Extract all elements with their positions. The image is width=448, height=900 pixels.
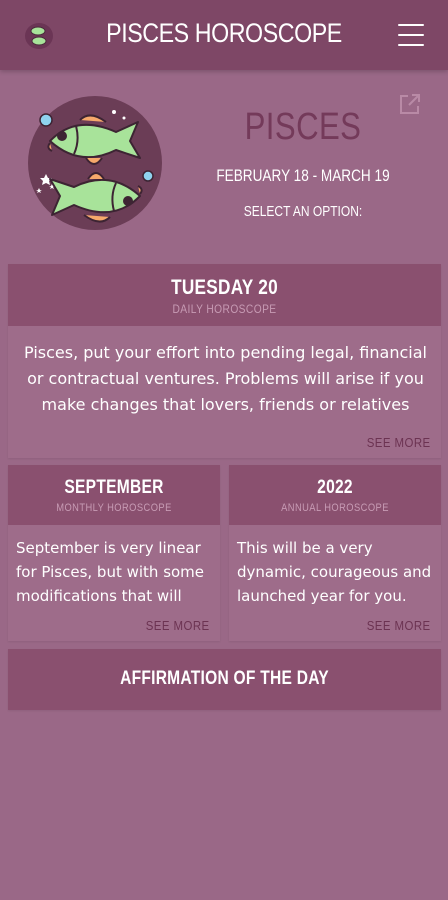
daily-text: Pisces, put your effort into pending leg… <box>24 343 427 414</box>
monthly-title: SEPTEMBER <box>64 477 164 498</box>
annual-title: 2022 <box>317 477 353 498</box>
pisces-avatar <box>28 96 162 230</box>
app-bar: PISCES HOROSCOPE <box>0 0 448 70</box>
monthly-text: September is very linear for Pisces, but… <box>16 539 205 605</box>
monthly-see-more-link[interactable]: SEE MORE <box>146 618 210 633</box>
monthly-horoscope-card[interactable]: SEPTEMBER MONTHLY HOROSCOPE September is… <box>8 465 220 641</box>
monthly-card-header: SEPTEMBER MONTHLY HOROSCOPE <box>8 465 220 525</box>
hamburger-menu-icon[interactable] <box>398 24 424 46</box>
daily-title: TUESDAY 20 <box>171 276 278 299</box>
app-title: PISCES HOROSCOPE <box>106 18 342 48</box>
annual-see-more-link[interactable]: SEE MORE <box>367 618 431 633</box>
daily-card-header: TUESDAY 20 DAILY HOROSCOPE <box>8 264 441 326</box>
daily-see-more-link[interactable]: SEE MORE <box>367 435 431 450</box>
affirmation-of-the-day-button[interactable]: AFFIRMATION OF THE DAY <box>8 649 441 710</box>
monthly-subtitle: MONTHLY HOROSCOPE <box>56 502 172 514</box>
annual-card-header: 2022 ANNUAL HOROSCOPE <box>229 465 441 525</box>
annual-horoscope-card[interactable]: 2022 ANNUAL HOROSCOPE This will be a ver… <box>229 465 441 641</box>
affirmation-title: AFFIRMATION OF THE DAY <box>120 668 329 689</box>
daily-subtitle: DAILY HOROSCOPE <box>172 302 277 316</box>
sign-dates: FEBRUARY 18 - MARCH 19 <box>216 166 390 185</box>
daily-horoscope-card[interactable]: TUESDAY 20 DAILY HOROSCOPE Pisces, put y… <box>8 264 441 458</box>
share-icon[interactable] <box>398 92 422 116</box>
sign-name: PISCES <box>244 106 362 148</box>
select-option-label: SELECT AN OPTION: <box>243 203 363 220</box>
annual-text: This will be a very dynamic, courageous … <box>237 539 432 605</box>
annual-subtitle: ANNUAL HOROSCOPE <box>281 502 389 514</box>
